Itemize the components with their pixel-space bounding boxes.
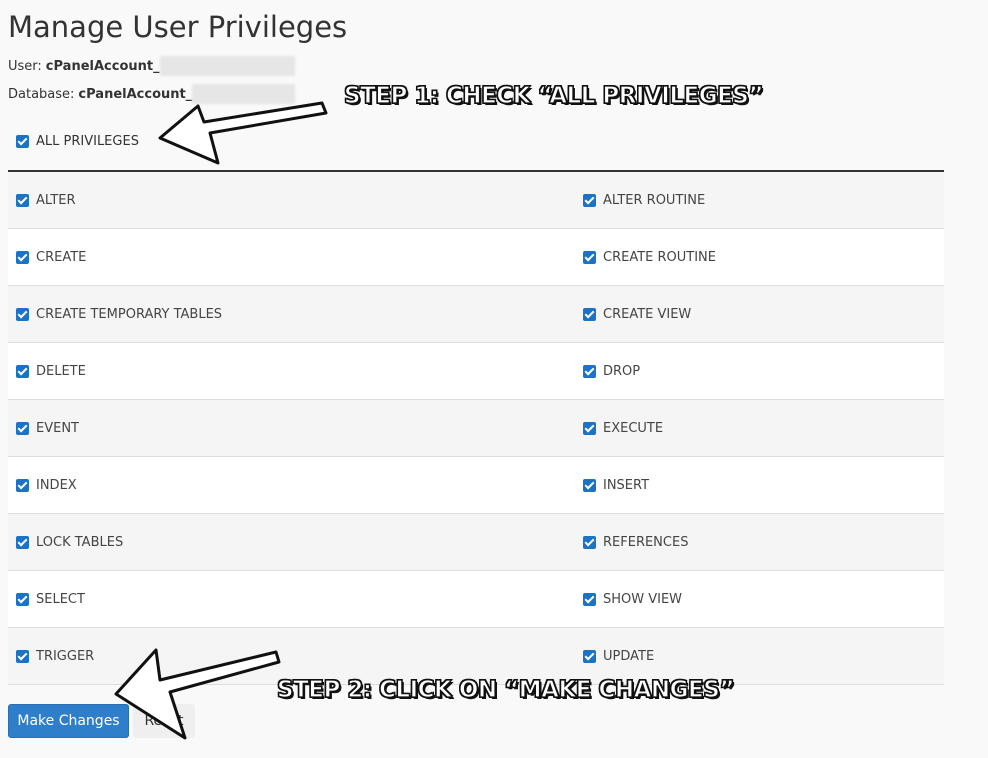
step2-annotation: STEP 2: CLICK ON “MAKE CHANGES” <box>276 676 735 703</box>
step1-arrow-icon <box>158 101 328 165</box>
step2-arrow-icon <box>114 648 281 740</box>
annotation-arrows <box>114 101 328 740</box>
step1-annotation: STEP 1: CHECK “ALL PRIVILEGES” <box>343 82 764 109</box>
